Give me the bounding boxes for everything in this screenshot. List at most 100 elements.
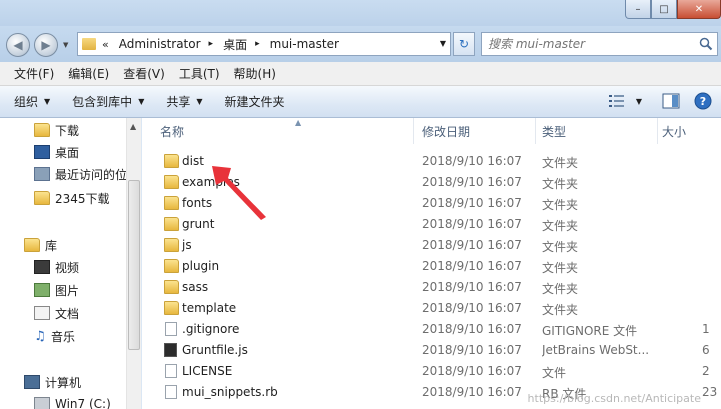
- breadcrumb-desktop[interactable]: 桌面: [223, 36, 247, 53]
- nav-item-label: 文档: [55, 306, 80, 321]
- minimize-button[interactable]: –: [625, 0, 651, 19]
- menu-tools[interactable]: 工具(T): [173, 65, 226, 82]
- file-name: LICENSE: [182, 364, 233, 378]
- nav-item-pictures[interactable]: 图片: [34, 280, 79, 300]
- column-header-label: 大小: [662, 124, 687, 139]
- nav-item-2345-downloads[interactable]: 2345下载: [34, 188, 110, 208]
- menu-edit[interactable]: 编辑(E): [62, 65, 115, 82]
- nav-scrollbar[interactable]: ▲: [126, 118, 141, 409]
- menu-view[interactable]: 查看(V): [117, 65, 171, 82]
- breadcrumb-separator-icon[interactable]: ▸: [255, 39, 260, 49]
- menu-file[interactable]: 文件(F): [8, 65, 60, 82]
- view-options-button[interactable]: [607, 92, 627, 110]
- nav-item-videos[interactable]: 视频: [34, 257, 79, 277]
- file-row-grunt[interactable]: grunt 2018/9/10 16:07 文件夹: [156, 214, 721, 235]
- nav-item-documents[interactable]: 文档: [34, 303, 79, 323]
- file-name: js: [182, 238, 192, 252]
- file-type: 文件夹: [542, 282, 579, 296]
- file-row-license[interactable]: LICENSE 2018/9/10 16:07 文件 2: [156, 361, 721, 382]
- organize-button[interactable]: 组织 ▼: [14, 93, 50, 110]
- file-date: 2018/9/10 16:07: [422, 196, 522, 210]
- file-date: 2018/9/10 16:07: [422, 154, 522, 168]
- share-button[interactable]: 共享 ▼: [166, 93, 202, 110]
- folder-icon: [164, 217, 179, 231]
- refresh-button[interactable]: ↻: [453, 32, 475, 56]
- preview-pane-button[interactable]: [661, 92, 681, 110]
- file-row-template[interactable]: template 2018/9/10 16:07 文件夹: [156, 298, 721, 319]
- file-name: fonts: [182, 196, 213, 210]
- nav-item-label: 库: [45, 238, 58, 253]
- file-type: 文件夹: [542, 198, 579, 212]
- address-dropdown-icon[interactable]: ▼: [440, 39, 446, 48]
- documents-library-icon: [34, 306, 50, 320]
- forward-button[interactable]: ▶: [34, 33, 58, 57]
- new-folder-button[interactable]: 新建文件夹: [225, 93, 285, 110]
- search-input[interactable]: [482, 33, 692, 55]
- download-folder-icon: [34, 123, 50, 137]
- file-type: JetBrains WebSt...: [542, 343, 650, 357]
- column-header-size[interactable]: 大小: [658, 118, 721, 144]
- file-row-js[interactable]: js 2018/9/10 16:07 文件夹: [156, 235, 721, 256]
- nav-item-recent-places[interactable]: 最近访问的位: [34, 164, 127, 184]
- nav-item-drive-c[interactable]: Win7 (C:): [34, 394, 111, 409]
- view-dropdown-icon[interactable]: ▼: [629, 92, 649, 110]
- file-icon: [165, 385, 177, 399]
- file-type: 文件夹: [542, 177, 579, 191]
- file-size: 1: [702, 322, 710, 336]
- svg-text:?: ?: [700, 95, 706, 108]
- back-arrow-icon: ◀: [13, 38, 23, 52]
- nav-item-label: 2345下载: [55, 191, 110, 206]
- nav-item-libraries[interactable]: 库: [24, 235, 57, 255]
- column-header-type[interactable]: 类型: [538, 118, 658, 144]
- file-row-sass[interactable]: sass 2018/9/10 16:07 文件夹: [156, 277, 721, 298]
- search-box[interactable]: [481, 32, 718, 56]
- nav-scrollbar-thumb[interactable]: [128, 180, 140, 350]
- breadcrumb-separator-icon[interactable]: ▸: [209, 39, 214, 49]
- history-dropdown-icon[interactable]: ▼: [63, 41, 68, 49]
- nav-item-computer[interactable]: 计算机: [24, 372, 81, 392]
- file-date: 2018/9/10 16:07: [422, 175, 522, 189]
- breadcrumb-mui-master[interactable]: mui-master: [270, 37, 339, 51]
- nav-item-label: 最近访问的位: [55, 167, 128, 182]
- nav-item-label: 计算机: [45, 375, 82, 390]
- column-header-date[interactable]: 修改日期: [418, 118, 536, 144]
- file-date: 2018/9/10 16:07: [422, 217, 522, 231]
- file-row-gruntfile-js[interactable]: Gruntfile.js 2018/9/10 16:07 JetBrains Web…: [156, 340, 721, 361]
- file-name: sass: [182, 280, 209, 294]
- organize-label: 组织: [14, 95, 39, 109]
- pictures-library-icon: [34, 283, 50, 297]
- file-row-fonts[interactable]: fonts 2018/9/10 16:07 文件夹: [156, 193, 721, 214]
- menu-bar: 文件(F) 编辑(E) 查看(V) 工具(T) 帮助(H): [0, 62, 721, 86]
- search-icon[interactable]: [699, 37, 713, 51]
- scroll-up-icon[interactable]: ▲: [130, 122, 136, 131]
- file-row-plugin[interactable]: plugin 2018/9/10 16:07 文件夹: [156, 256, 721, 277]
- window-controls: – □ ✕: [625, 0, 721, 20]
- file-type: 文件夹: [542, 261, 579, 275]
- address-bar[interactable]: « Administrator ▸ 桌面 ▸ mui-master ▼: [77, 32, 451, 56]
- folder-icon: [164, 238, 179, 252]
- recent-places-icon: [34, 167, 50, 181]
- file-row-examples[interactable]: examples 2018/9/10 16:07 文件夹: [156, 172, 721, 193]
- nav-item-music[interactable]: ♫ 音乐: [34, 326, 75, 346]
- help-button[interactable]: ?: [693, 92, 713, 110]
- file-row-dist[interactable]: dist 2018/9/10 16:07 文件夹: [156, 151, 721, 172]
- nav-item-desktop[interactable]: 桌面: [34, 142, 79, 162]
- watermark: https://blog.csdn.net/Anticipate: [527, 392, 701, 405]
- caret-down-icon: ▼: [138, 97, 145, 106]
- menu-help[interactable]: 帮助(H): [228, 65, 282, 82]
- nav-item-downloads[interactable]: 下载: [34, 120, 79, 140]
- caret-down-icon: ▼: [196, 97, 203, 106]
- preview-pane-icon: [662, 93, 680, 109]
- folder-icon: [82, 38, 96, 50]
- include-in-library-button[interactable]: 包含到库中 ▼: [72, 93, 144, 110]
- file-name: examples: [182, 175, 240, 189]
- close-button[interactable]: ✕: [677, 0, 721, 19]
- back-button[interactable]: ◀: [6, 33, 30, 57]
- maximize-button[interactable]: □: [651, 0, 677, 19]
- breadcrumb-overflow[interactable]: «: [102, 38, 109, 51]
- share-label: 共享: [166, 95, 191, 109]
- breadcrumb-administrator[interactable]: Administrator: [119, 37, 201, 51]
- file-row-gitignore[interactable]: .gitignore 2018/9/10 16:07 GITIGNORE 文件 1: [156, 319, 721, 340]
- drive-icon: [34, 397, 50, 409]
- column-header-name[interactable]: ▲ 名称: [156, 118, 414, 144]
